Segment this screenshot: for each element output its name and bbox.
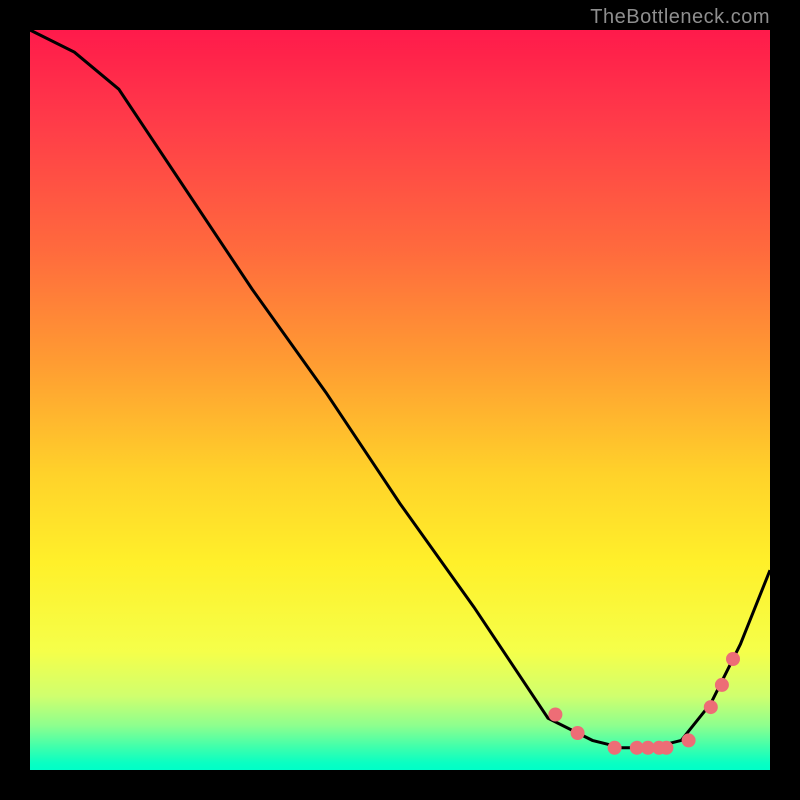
data-point <box>704 700 718 714</box>
data-point <box>726 652 740 666</box>
data-point <box>608 741 622 755</box>
data-point <box>548 708 562 722</box>
data-point <box>682 733 696 747</box>
chart-svg <box>30 30 770 770</box>
plot-area <box>30 30 770 770</box>
scatter-dots <box>548 652 740 755</box>
data-point <box>659 741 673 755</box>
chart-frame: TheBottleneck.com <box>0 0 800 800</box>
data-point <box>571 726 585 740</box>
data-point <box>715 678 729 692</box>
bottleneck-curve <box>30 30 770 748</box>
attribution-label: TheBottleneck.com <box>590 6 770 29</box>
